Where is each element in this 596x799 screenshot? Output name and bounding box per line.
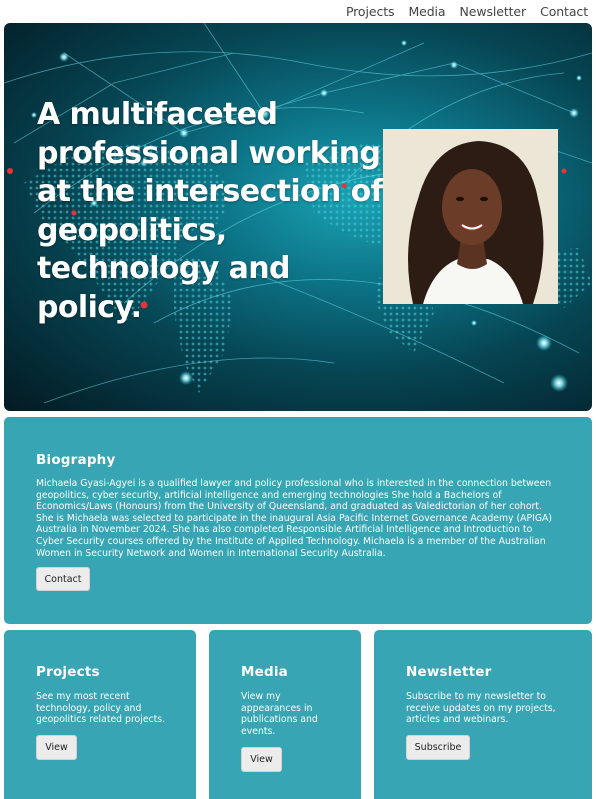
projects-text: See my most recent technology, policy an… [36, 691, 166, 726]
hero-title: A multifaceted professional working at t… [37, 97, 384, 325]
biography-heading: Biography [36, 452, 116, 468]
media-card: Media View my appearances in publication… [209, 630, 361, 799]
portrait-photo [383, 129, 558, 304]
newsletter-card: Newsletter Subscribe to my newsletter to… [374, 630, 592, 799]
top-nav: Projects Media Newsletter Contact [346, 0, 588, 22]
newsletter-heading: Newsletter [406, 664, 492, 680]
subscribe-button[interactable]: Subscribe [406, 735, 470, 760]
nav-link-media[interactable]: Media [408, 4, 445, 19]
media-heading: Media [241, 664, 288, 680]
biography-text: Michaela Gyasi-Agyei is a qualified lawy… [36, 478, 553, 559]
nav-link-newsletter[interactable]: Newsletter [459, 4, 526, 19]
media-text: View my appearances in publications and … [241, 691, 318, 737]
contact-button[interactable]: Contact [36, 567, 90, 591]
hero-banner: A multifaceted professional working at t… [4, 23, 592, 411]
projects-card: Projects See my most recent technology, … [4, 630, 196, 799]
nav-link-contact[interactable]: Contact [540, 4, 588, 19]
projects-heading: Projects [36, 664, 100, 680]
nav-link-projects[interactable]: Projects [346, 4, 395, 19]
projects-view-button[interactable]: View [36, 735, 77, 760]
media-view-button[interactable]: View [241, 747, 282, 772]
newsletter-text: Subscribe to my newsletter to receive up… [406, 691, 556, 726]
biography-card: Biography Michaela Gyasi-Agyei is a qual… [4, 417, 592, 624]
